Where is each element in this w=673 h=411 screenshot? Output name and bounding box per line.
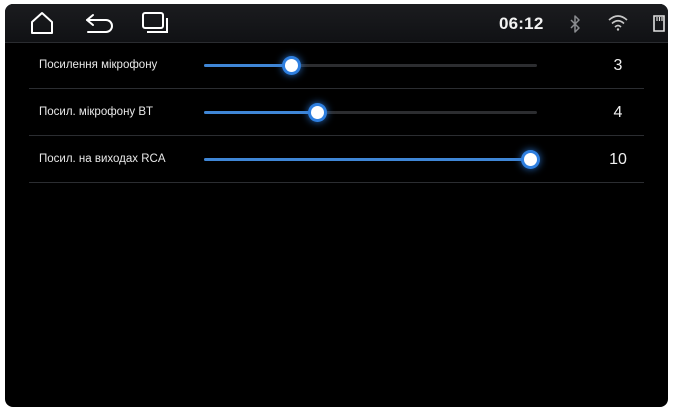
sd-card-icon — [653, 15, 665, 32]
status-bar: 06:12 — [5, 4, 668, 43]
mic-gain-row: Посилення мікрофону 3 — [5, 42, 668, 89]
rca-output-gain-slider-thumb[interactable] — [524, 153, 538, 166]
mic-bt-gain-row: Посил. мікрофону BT 4 — [5, 89, 668, 136]
home-icon[interactable] — [29, 11, 55, 35]
mic-bt-gain-label: Посил. мікрофону BT — [39, 106, 154, 118]
recent-apps-icon[interactable] — [141, 11, 169, 35]
mic-gain-label: Посилення мікрофону — [39, 59, 158, 71]
mic-gain-slider[interactable] — [204, 59, 537, 72]
bluetooth-icon — [569, 15, 581, 33]
app-screen: 06:12 Посилення мікрофону 3 Посил. мікро… — [5, 4, 668, 407]
divider — [29, 182, 644, 183]
mic-bt-gain-value: 4 — [613, 104, 623, 121]
rca-output-gain-value: 10 — [609, 151, 627, 168]
clock: 06:12 — [499, 14, 544, 33]
mic-bt-gain-slider[interactable] — [204, 106, 537, 119]
mic-bt-gain-slider-fill — [204, 111, 318, 114]
rca-output-gain-slider-fill — [204, 158, 531, 161]
rca-output-gain-label: Посил. на виходах RCA — [39, 153, 166, 165]
mic-gain-slider-fill — [204, 64, 291, 67]
rca-output-gain-row: Посил. на виходах RCA 10 — [5, 136, 668, 183]
back-icon[interactable] — [84, 13, 114, 35]
mic-bt-gain-slider-thumb[interactable] — [311, 106, 325, 119]
mic-gain-slider-thumb[interactable] — [284, 59, 298, 72]
rca-output-gain-slider[interactable] — [204, 153, 538, 166]
wifi-icon — [608, 15, 628, 31]
mic-gain-value: 3 — [613, 57, 623, 74]
